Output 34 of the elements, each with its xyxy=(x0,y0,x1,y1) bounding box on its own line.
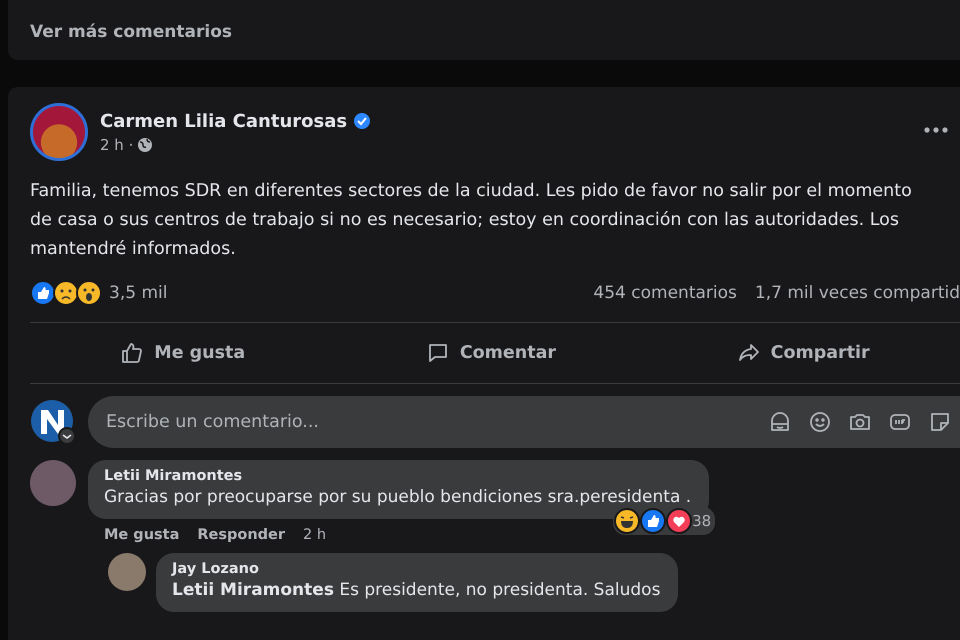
like-reaction-icon xyxy=(30,280,56,306)
emoji-icon xyxy=(808,410,832,434)
more-options-icon[interactable] xyxy=(924,127,948,133)
shares-count[interactable]: 1,7 mil veces compartid xyxy=(754,283,960,303)
post-time[interactable]: 2 h · xyxy=(100,136,134,154)
share-action-button[interactable]: Compartir xyxy=(722,335,884,371)
comment-text: Gracias por preocuparse por su pueblo bendiciones sra.peresidenta . xyxy=(104,487,692,507)
replier-avatar[interactable] xyxy=(108,553,146,591)
comment-input-field[interactable]: Escribe un comentario... xyxy=(104,411,768,433)
comment-field[interactable]: Escribe un comentario... xyxy=(88,396,960,448)
thumbs-up-icon xyxy=(120,341,144,365)
comment-action-link[interactable]: Responder xyxy=(197,527,286,543)
heart-reaction-icon xyxy=(666,508,692,534)
author-name[interactable]: Carmen Lilia Canturosas xyxy=(100,110,348,132)
like-reaction-icon xyxy=(640,508,666,534)
replier-name[interactable]: Jay Lozano xyxy=(172,561,660,577)
commenter-avatar[interactable] xyxy=(30,460,76,506)
sticker-icon xyxy=(928,410,952,434)
page-avatar[interactable] xyxy=(30,399,76,445)
comment-time: 2 h xyxy=(303,527,326,543)
commenter-name[interactable]: Letii Miramontes xyxy=(104,468,692,484)
comment-action-button[interactable]: Comentar xyxy=(412,335,570,371)
wow-reaction-icon xyxy=(76,280,102,306)
more-comments-link[interactable]: Ver más comentarios xyxy=(30,22,232,42)
comment-action-link[interactable]: Me gusta xyxy=(104,527,180,543)
reply-text: Letii Miramontes Es presidente, no presidenta. Saludos xyxy=(172,580,660,600)
avatar-sticker-icon xyxy=(768,410,792,434)
comment-reactions[interactable]: 38 xyxy=(613,507,716,535)
reaction-count[interactable]: 3,5 mil xyxy=(109,283,168,303)
comments-count[interactable]: 454 comentarios xyxy=(593,283,737,303)
sad-reaction-icon xyxy=(53,280,79,306)
globe-icon xyxy=(137,136,154,152)
post-text: Familia, tenemos SDR en diferentes sectores de la ciudad. Les pido de favor no salir por el momento de casa o sus centros de trabajo si no es necesario; estoy en coordinación con las autoridades. Los mantendré informados. xyxy=(30,180,913,261)
like-action-button[interactable]: Me gusta xyxy=(106,335,260,371)
